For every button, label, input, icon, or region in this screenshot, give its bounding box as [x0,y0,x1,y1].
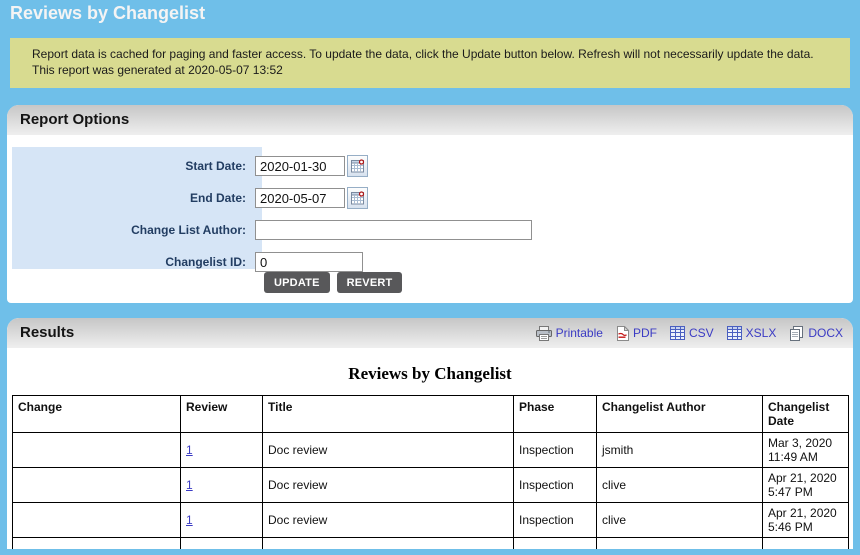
notice-line-2: This report was generated at 2020-05-07 … [32,63,283,77]
table-row: 1 Doc review Inspection jsmith Mar 3, 20… [12,432,849,468]
cell-title: Doc review [262,432,514,468]
end-date-row: End Date: [12,186,368,210]
cell-title [262,537,514,549]
report-options-panel: Report Options Start Date: End Date: [7,105,853,303]
cell-phase [513,537,597,549]
cell-change [12,432,181,468]
col-header-review: Review [180,395,263,433]
cell-phase: Inspection [513,467,597,503]
start-date-input[interactable] [255,156,345,176]
results-title: Results [20,324,75,341]
pdf-link[interactable]: PDF [616,318,657,348]
table-row: 1 Doc review Inspection clive Apr 21, 20… [12,502,849,538]
printer-icon [535,325,552,341]
docx-link-label: DOCX [808,326,843,340]
col-header-title: Title [262,395,514,433]
changelist-id-label: Changelist ID: [165,255,246,269]
results-table-body: 1 Doc review Inspection jsmith Mar 3, 20… [12,432,849,549]
cell-review: 1 [180,432,263,468]
col-header-changelist-author: Changelist Author [596,395,763,433]
cell-phase: Inspection [513,502,597,538]
cell-change [12,502,181,538]
cell-review: 1 [180,467,263,503]
docx-link[interactable]: DOCX [789,318,843,348]
calendar-icon [350,191,364,205]
col-header-phase: Phase [513,395,597,433]
table-grid-icon [726,326,742,340]
cell-changelist-author: clive [596,502,763,538]
review-link[interactable]: 1 [186,443,193,457]
cell-review [180,537,263,549]
author-input[interactable] [255,220,532,240]
author-row: Change List Author: [12,218,532,242]
review-link[interactable]: 1 [186,478,193,492]
report-options-title: Report Options [20,111,130,128]
col-header-changelist-date: Changelist Date [762,395,849,433]
table-header-row: Change Review Title Phase Changelist Aut… [12,395,849,433]
results-panel: Results Printable PDF CSV XSLX DOCX Revi… [7,318,853,549]
cell-changelist-author: clive [596,467,763,503]
start-date-row: Start Date: [12,154,368,178]
printable-link-label: Printable [555,326,603,340]
end-date-calendar-button[interactable] [347,187,368,209]
copy-pages-icon [790,325,804,341]
table-row: 1 Doc review Inspection clive Apr 21, 20… [12,467,849,503]
cell-changelist-date: Mar 3, 2020 11:49 AM [762,432,849,468]
report-options-header: Report Options [7,105,853,135]
calendar-icon [350,159,364,173]
author-label: Change List Author: [131,223,246,237]
results-table: Change Review Title Phase Changelist Aut… [12,395,849,549]
xslx-link-label: XSLX [745,326,777,340]
cell-review: 1 [180,502,263,538]
report-table-title: Reviews by Changelist [348,364,512,383]
cell-changelist-date: Apr 21, 2020 5:47 PM [762,467,849,503]
cell-changelist-author [596,537,763,549]
xslx-link[interactable]: XSLX [726,318,777,348]
notice-banner: Report data is cached for paging and fas… [10,38,850,88]
export-links-bar: Printable PDF CSV XSLX DOCX [535,318,843,348]
cell-changelist-author: jsmith [596,432,763,468]
csv-link-label: CSV [688,326,714,340]
cell-phase: Inspection [513,432,597,468]
update-button[interactable]: UPDATE [264,272,330,293]
csv-link[interactable]: CSV [669,318,714,348]
printable-link[interactable]: Printable [535,318,603,348]
cell-title: Doc review [262,502,514,538]
end-date-label: End Date: [189,191,246,205]
col-header-change: Change [12,395,181,433]
start-date-label: Start Date: [185,159,246,173]
start-date-calendar-button[interactable] [347,155,368,177]
cell-changelist-date [762,537,849,549]
cell-change [12,537,181,549]
pdf-link-label: PDF [632,326,657,340]
form-buttons-row: UPDATE REVERT [264,272,403,293]
table-grid-icon [669,326,685,340]
revert-button[interactable]: REVERT [336,272,403,293]
cell-title: Doc review [262,467,514,503]
cell-change [12,467,181,503]
cell-changelist-date: Apr 21, 2020 5:46 PM [762,502,849,538]
notice-line-1: Report data is cached for paging and fas… [32,47,814,61]
review-link[interactable]: 1 [186,513,193,527]
pdf-icon [616,325,629,341]
changelist-id-input[interactable] [255,252,363,272]
changelist-id-row: Changelist ID: [12,250,363,274]
results-header: Results Printable PDF CSV XSLX DOCX [7,318,853,348]
end-date-input[interactable] [255,188,345,208]
page-title: Reviews by Changelist [10,3,206,23]
table-row [12,537,849,549]
